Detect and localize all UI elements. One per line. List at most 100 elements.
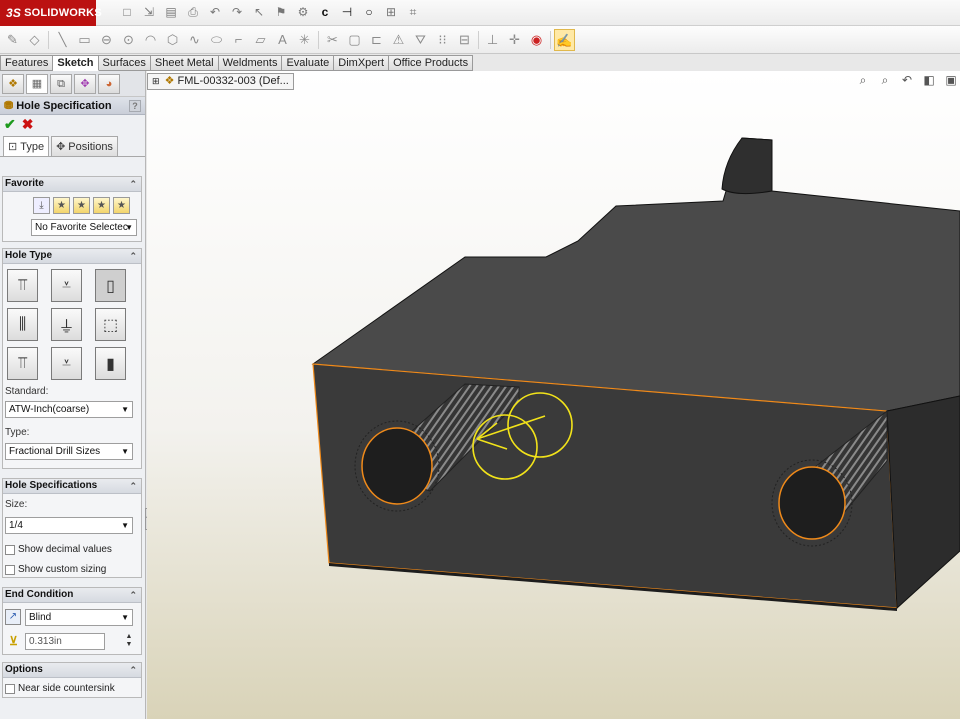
- slot-tool-icon[interactable]: ⊖: [96, 29, 117, 51]
- move-tool-icon[interactable]: ⛛: [410, 29, 431, 51]
- part-model[interactable]: [147, 71, 960, 719]
- collapse-icon[interactable]: ⌃: [129, 479, 137, 493]
- slot-notch[interactable]: [721, 137, 773, 195]
- display-manager-icon[interactable]: ◕: [98, 73, 120, 94]
- legacy-hole-icon[interactable]: ⬚: [95, 308, 126, 341]
- favorite-select[interactable]: No Favorite Selectec ▼: [31, 219, 137, 236]
- apply-defaults-icon[interactable]: ⤓: [33, 197, 50, 214]
- offset-tool-icon[interactable]: ⊏: [366, 29, 387, 51]
- tab-dimxpert[interactable]: DimXpert: [334, 55, 390, 71]
- configuration-manager-icon[interactable]: ⧉: [50, 73, 72, 94]
- end-condition-select[interactable]: Blind ▼: [25, 609, 133, 626]
- depth-input[interactable]: 0.313in: [25, 633, 105, 650]
- checkbox-box[interactable]: [5, 683, 15, 694]
- instant-2d-icon[interactable]: ✍: [554, 28, 575, 51]
- options-icon[interactable]: ⚙: [294, 3, 312, 21]
- dimxpert-manager-icon[interactable]: ✥: [74, 73, 96, 94]
- collapse-icon[interactable]: ⌃: [129, 663, 137, 677]
- tab-sheet-metal[interactable]: Sheet Metal: [150, 55, 219, 71]
- sketch-icon[interactable]: ✎: [2, 29, 23, 51]
- straight-tap-icon[interactable]: ⫼: [7, 308, 38, 341]
- countersink-icon[interactable]: ⩡: [51, 269, 82, 302]
- display-icon[interactable]: ⊞: [382, 3, 400, 21]
- show-decimal-checkbox[interactable]: Show decimal values: [5, 544, 112, 555]
- collapse-icon[interactable]: ⌃: [129, 588, 137, 602]
- point-tool-icon[interactable]: ✳: [294, 29, 315, 51]
- save-icon[interactable]: ▤: [162, 3, 180, 21]
- quick-snaps-icon[interactable]: ✛: [504, 29, 525, 51]
- checkbox-box[interactable]: [5, 544, 15, 555]
- delete-favorite-icon[interactable]: ★: [73, 197, 90, 214]
- cancel-button[interactable]: ✖: [22, 116, 34, 133]
- circle-tool-icon[interactable]: ⊙: [118, 29, 139, 51]
- hole-specifications-header[interactable]: Hole Specifications ⌃: [3, 479, 141, 494]
- plane-tool-icon[interactable]: ▱: [250, 29, 271, 51]
- tab-surfaces[interactable]: Surfaces: [98, 55, 151, 71]
- collapse-icon[interactable]: ⌃: [129, 249, 137, 263]
- print-icon[interactable]: ⎙: [184, 3, 202, 21]
- counterbore-slot-icon[interactable]: ⫪: [7, 347, 38, 380]
- rectangle-tool-icon[interactable]: ▭: [74, 29, 95, 51]
- tapered-tap-icon[interactable]: ⏚: [51, 308, 82, 341]
- load-favorite-icon[interactable]: ★: [113, 197, 130, 214]
- redo-icon[interactable]: ↷: [228, 3, 246, 21]
- convert-tool-icon[interactable]: ▢: [344, 29, 365, 51]
- options-header[interactable]: Options ⌃: [3, 663, 141, 678]
- depth-spinner[interactable]: ▲ ▼: [123, 633, 135, 650]
- polygon-tool-icon[interactable]: ⬡: [162, 29, 183, 51]
- tab-features[interactable]: Features: [0, 55, 54, 71]
- countersink-slot-icon[interactable]: ⩡: [51, 347, 82, 380]
- undo-icon[interactable]: ↶: [206, 3, 224, 21]
- standard-select[interactable]: ATW-Inch(coarse) ▼: [5, 401, 133, 418]
- favorite-header[interactable]: Favorite ⌃: [3, 177, 141, 192]
- add-favorite-icon[interactable]: ★: [53, 197, 70, 214]
- tab-office-products[interactable]: Office Products: [389, 55, 474, 71]
- save-favorite-icon[interactable]: ★: [93, 197, 110, 214]
- app-logo[interactable]: 3S SOLIDWORKS: [0, 0, 102, 26]
- counterbore-icon[interactable]: ⫪: [7, 269, 38, 302]
- line-tool-icon[interactable]: ╲: [52, 29, 73, 51]
- slot-icon[interactable]: ▮: [95, 347, 126, 380]
- text-tool-icon[interactable]: A: [272, 29, 293, 51]
- property-manager-icon[interactable]: ▦: [26, 73, 48, 94]
- open-icon[interactable]: ⇲: [140, 3, 158, 21]
- smart-dimension-icon[interactable]: ◇: [24, 29, 45, 51]
- fillet-tool-icon[interactable]: ⌐: [228, 29, 249, 51]
- type-select[interactable]: Fractional Drill Sizes ▼: [5, 443, 133, 460]
- near-side-countersink-checkbox[interactable]: Near side countersink: [5, 683, 115, 694]
- reverse-direction-icon[interactable]: ↗: [5, 609, 21, 625]
- tab-sketch[interactable]: Sketch: [53, 55, 99, 71]
- trim-tool-icon[interactable]: ✂: [322, 29, 343, 51]
- mirror-tool-icon[interactable]: ⚠: [388, 29, 409, 51]
- hole-type-header[interactable]: Hole Type ⌃: [3, 249, 141, 264]
- feature-manager-icon[interactable]: ❖: [2, 73, 24, 94]
- graphics-area[interactable]: ⊞ ❖ FML-00332-003 (Def... ⌕ ⌕ ↶ ◧ ▣: [147, 71, 960, 719]
- select-icon[interactable]: ↖: [250, 3, 268, 21]
- end-condition-header[interactable]: End Condition ⌃: [3, 588, 141, 603]
- right-face[interactable]: [886, 395, 960, 610]
- top-face[interactable]: [311, 137, 960, 412]
- show-custom-checkbox[interactable]: Show custom sizing: [5, 564, 106, 575]
- view-icon[interactable]: ⌗: [404, 3, 422, 21]
- rapid-sketch-icon[interactable]: ◉: [526, 29, 547, 51]
- spline-tool-icon[interactable]: ∿: [184, 29, 205, 51]
- line-icon[interactable]: ⊣: [338, 3, 356, 21]
- ok-button[interactable]: ✔: [4, 116, 16, 133]
- arc-tool-icon[interactable]: ◠: [140, 29, 161, 51]
- relations-tool-icon[interactable]: ⊟: [454, 29, 475, 51]
- tab-weldments[interactable]: Weldments: [218, 55, 283, 71]
- rebuild-icon[interactable]: ⚑: [272, 3, 290, 21]
- checkbox-box[interactable]: [5, 564, 15, 575]
- arc-icon[interactable]: c: [316, 3, 334, 21]
- tab-evaluate[interactable]: Evaluate: [282, 55, 335, 71]
- help-button[interactable]: ?: [129, 99, 141, 112]
- hole-icon[interactable]: ▯: [95, 269, 126, 302]
- ellipse-tool-icon[interactable]: ⬭: [206, 29, 227, 51]
- tab-type[interactable]: ⊡ Type: [3, 136, 50, 156]
- circle-icon[interactable]: ○: [360, 3, 378, 21]
- tab-positions[interactable]: ✥ Positions: [51, 136, 118, 156]
- repair-tool-icon[interactable]: ⊥: [482, 29, 503, 51]
- pattern-tool-icon[interactable]: ⁝⁝: [432, 29, 453, 51]
- new-icon[interactable]: □: [118, 3, 136, 21]
- size-select[interactable]: 1/4 ▼: [5, 517, 133, 534]
